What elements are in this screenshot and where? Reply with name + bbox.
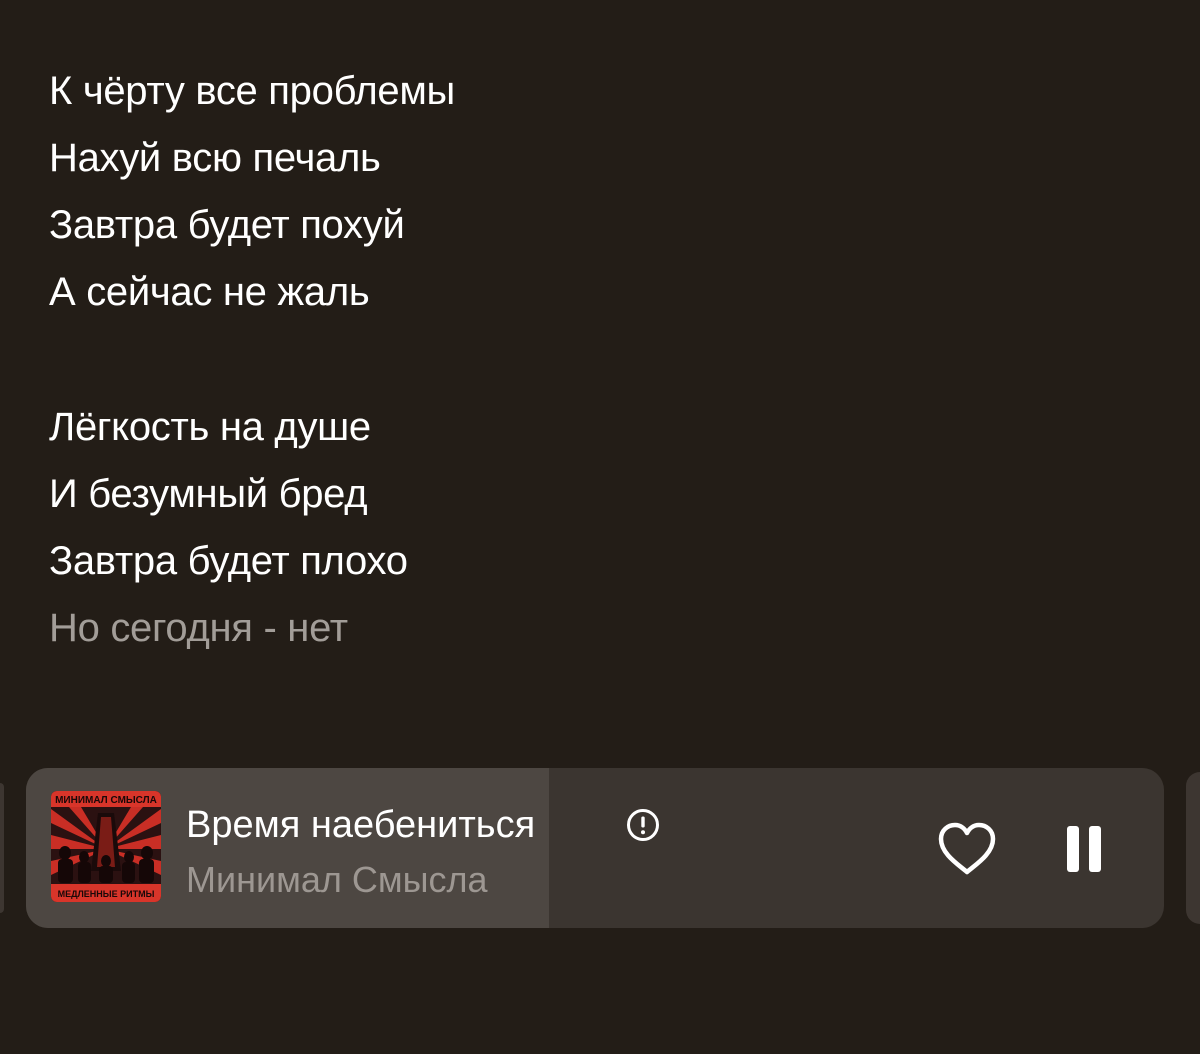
previous-card-edge[interactable]	[0, 783, 4, 913]
track-title[interactable]: Время наебениться	[186, 802, 535, 848]
like-button[interactable]	[936, 818, 998, 880]
lyrics-view[interactable]: К чёрту все проблемы Нахуй всю печаль За…	[49, 58, 1149, 662]
pause-icon	[1067, 826, 1079, 872]
lyrics-screen: К чёрту все проблемы Нахуй всю печаль За…	[0, 0, 1200, 1054]
mini-player[interactable]: МИНИМАЛ СМЫСЛА МЕДЛЕННЫЕ РИТМЫ Время нае…	[26, 768, 1164, 928]
pause-button[interactable]	[1056, 818, 1112, 880]
lyrics-stanza: К чёрту все проблемы Нахуй всю печаль За…	[49, 58, 1149, 326]
lyrics-line[interactable]: А сейчас не жаль	[49, 259, 1149, 326]
next-card-edge[interactable]	[1186, 772, 1200, 924]
lyrics-stanza: Лёгкость на душе И безумный бред Завтра …	[49, 394, 1149, 662]
explicit-icon[interactable]	[626, 808, 660, 842]
lyrics-line[interactable]: Завтра будет плохо	[49, 528, 1149, 595]
svg-text:МЕДЛЕННЫЕ РИТМЫ: МЕДЛЕННЫЕ РИТМЫ	[58, 889, 155, 899]
svg-text:МИНИМАЛ СМЫСЛА: МИНИМАЛ СМЫСЛА	[55, 795, 157, 806]
album-cover-art: МИНИМАЛ СМЫСЛА МЕДЛЕННЫЕ РИТМЫ	[51, 791, 161, 902]
lyrics-line[interactable]: Лёгкость на душе	[49, 394, 1149, 461]
lyrics-line[interactable]: И безумный бред	[49, 461, 1149, 528]
lyrics-line[interactable]: Завтра будет похуй	[49, 192, 1149, 259]
lyrics-line[interactable]: Нахуй всю печаль	[49, 125, 1149, 192]
heart-outline-icon	[938, 822, 996, 875]
pause-icon	[1089, 826, 1101, 872]
lyrics-line[interactable]: К чёрту все проблемы	[49, 58, 1149, 125]
lyrics-line-upcoming[interactable]: Но сегодня - нет	[49, 595, 1149, 662]
album-cover[interactable]: МИНИМАЛ СМЫСЛА МЕДЛЕННЫЕ РИТМЫ	[51, 791, 161, 902]
track-artist[interactable]: Минимал Смысла	[186, 857, 488, 903]
